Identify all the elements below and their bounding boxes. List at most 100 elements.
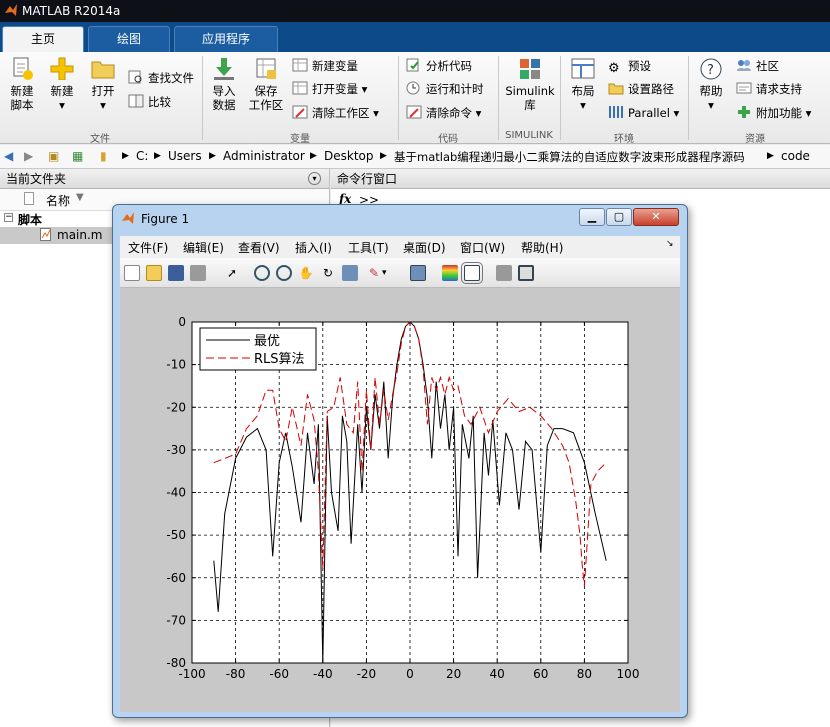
path-separator-icon: ▶ <box>310 151 317 161</box>
save-workspace-label: 保存 工作区 <box>248 84 284 112</box>
legend-icon[interactable] <box>461 262 483 284</box>
grid <box>191 321 629 664</box>
simulink-library-button[interactable]: Simulink 库 <box>504 56 556 112</box>
y-tick-label: -60 <box>166 571 186 585</box>
menu-expand-icon[interactable]: ↘ <box>666 239 674 249</box>
parallel-button[interactable]: Parallel ▾ <box>608 103 679 123</box>
group-simulink-label: SIMULINK <box>505 130 553 141</box>
minimize-button[interactable]: ▁ <box>579 208 605 226</box>
y-tick-label: 0 <box>178 315 186 329</box>
clear-commands-icon <box>406 105 422 119</box>
figure-window[interactable]: Figure 1 ▁ ▢ ✕ 文件(F) 编辑(E) 查看(V) 插入(I) 工… <box>112 204 688 718</box>
open-file-icon[interactable] <box>146 265 162 281</box>
analyze-code-icon <box>406 58 419 72</box>
new-variable-button[interactable]: 新建变量 <box>292 56 358 76</box>
current-folder-title: 当前文件夹 <box>6 172 67 186</box>
menu-view[interactable]: 查看(V) <box>238 239 280 256</box>
clear-commands-button[interactable]: 清除命令 ▾ <box>406 103 481 123</box>
x-tick-label: 80 <box>577 667 592 681</box>
panel-menu-icon[interactable]: ▾ <box>308 172 321 185</box>
find-files-button[interactable]: 查找文件 <box>128 68 194 88</box>
zoom-out-icon[interactable] <box>276 265 292 281</box>
set-path-button[interactable]: 设置路径 <box>608 79 674 99</box>
name-column-header[interactable]: 名称 <box>46 192 70 209</box>
request-support-button[interactable]: 请求支持 <box>736 79 802 99</box>
x-tick-label: 0 <box>406 667 414 681</box>
close-button[interactable]: ✕ <box>633 208 679 226</box>
chevron-down-icon: ▾ <box>100 98 106 112</box>
new-script-button[interactable]: 新建 脚本 <box>4 56 40 112</box>
crumb-code[interactable]: code <box>781 149 810 163</box>
close-icon: ✕ <box>651 210 661 223</box>
forward-arrow-icon[interactable]: ▶ <box>24 149 33 163</box>
menu-desktop[interactable]: 桌面(D) <box>403 239 446 256</box>
new-button[interactable]: 新建 ▾ <box>44 56 80 112</box>
open-button[interactable]: 打开 ▾ <box>86 56 120 112</box>
app-titlebar: MATLAB R2014a <box>0 0 830 22</box>
legend[interactable]: 最优 RLS算法 <box>199 327 317 371</box>
path-separator-icon: ▶ <box>122 151 129 161</box>
back-arrow-icon[interactable]: ◀ <box>4 149 13 163</box>
colorbar-icon[interactable] <box>442 265 458 281</box>
open-variable-button[interactable]: 打开变量 ▾ <box>292 79 367 99</box>
brush-icon[interactable]: ✎ <box>366 265 382 281</box>
menu-insert[interactable]: 插入(I) <box>295 239 332 256</box>
ribbon-tabs: 主页 绘图 应用程序 <box>0 22 830 52</box>
crumb-drive[interactable]: C: <box>136 149 148 163</box>
show-plot-tools-icon[interactable] <box>518 265 534 281</box>
x-tick-label: 100 <box>617 667 640 681</box>
menu-help[interactable]: 帮助(H) <box>521 239 563 256</box>
addons-button[interactable]: 附加功能 ▾ <box>736 103 811 123</box>
up-folder-icon[interactable]: ▣ <box>48 149 59 163</box>
menu-tools[interactable]: 工具(T) <box>348 239 389 256</box>
chevron-down-icon[interactable]: ▾ <box>382 265 392 281</box>
menu-edit[interactable]: 编辑(E) <box>183 239 224 256</box>
gear-icon: ⚙ <box>608 61 620 76</box>
compare-button[interactable]: 比较 <box>128 92 171 112</box>
y-tick-label: -40 <box>166 486 186 500</box>
community-button[interactable]: 社区 <box>736 56 779 76</box>
import-data-button[interactable]: 导入 数据 <box>206 56 242 112</box>
tab-plots[interactable]: 绘图 <box>88 26 170 52</box>
new-label: 新建 <box>50 84 74 98</box>
crumb-users[interactable]: Users <box>168 149 202 163</box>
ribbon-divider <box>688 56 689 140</box>
crumb-project-folder[interactable]: 基于matlab编程递归最小二乘算法的自适应数字波束形成器程序源码 <box>394 149 745 165</box>
collapse-icon[interactable]: − <box>4 213 13 222</box>
zoom-in-icon[interactable] <box>254 265 270 281</box>
community-label: 社区 <box>756 59 779 73</box>
open-label: 打开 <box>91 84 115 98</box>
preferences-button[interactable]: ⚙ 预设 <box>608 56 651 76</box>
hide-plot-tools-icon[interactable] <box>496 265 512 281</box>
run-and-time-label: 运行和计时 <box>426 82 484 96</box>
maximize-button[interactable]: ▢ <box>606 208 632 226</box>
command-window-title: 命令行窗口 <box>337 172 398 186</box>
new-figure-icon[interactable] <box>124 265 140 281</box>
menu-file[interactable]: 文件(F) <box>128 239 168 256</box>
pointer-icon[interactable]: ➚ <box>224 265 240 281</box>
run-and-time-button[interactable]: 运行和计时 <box>406 79 484 99</box>
chevron-down-icon: ▾ <box>708 98 714 112</box>
menu-window[interactable]: 窗口(W) <box>460 239 505 256</box>
tab-home[interactable]: 主页 <box>2 26 84 52</box>
help-button[interactable]: ? 帮助 ▾ <box>694 56 728 112</box>
tab-apps[interactable]: 应用程序 <box>174 26 278 52</box>
line-chart[interactable]: -100 -80 -60 -40 -20 0 20 40 60 80 1000-10-20-30-4… <box>120 288 680 712</box>
crumb-desktop[interactable]: Desktop <box>324 149 374 163</box>
pan-hand-icon[interactable]: ✋ <box>298 265 314 281</box>
link-plot-icon[interactable] <box>410 265 426 281</box>
matlab-logo-icon <box>122 212 134 224</box>
plot-area: -100 -80 -60 -40 -20 0 20 40 60 80 100 0 -10 -20 -30 -4… <box>120 288 680 712</box>
legend-label: RLS算法 <box>254 352 305 367</box>
print-icon[interactable] <box>190 265 206 281</box>
clear-workspace-button[interactable]: 清除工作区 ▾ <box>292 103 379 123</box>
rotate-3d-icon[interactable]: ↻ <box>320 265 336 281</box>
save-workspace-button[interactable]: 保存 工作区 <box>246 56 286 112</box>
save-icon[interactable] <box>168 265 184 281</box>
layout-button[interactable]: 布局 ▾ <box>566 56 600 112</box>
browse-folder-icon[interactable]: ▦ <box>72 149 83 163</box>
data-cursor-icon[interactable] <box>342 265 358 281</box>
crumb-administrator[interactable]: Administrator <box>223 149 305 163</box>
group-code-label: 代码 <box>438 134 458 145</box>
analyze-code-button[interactable]: 分析代码 <box>406 56 472 76</box>
